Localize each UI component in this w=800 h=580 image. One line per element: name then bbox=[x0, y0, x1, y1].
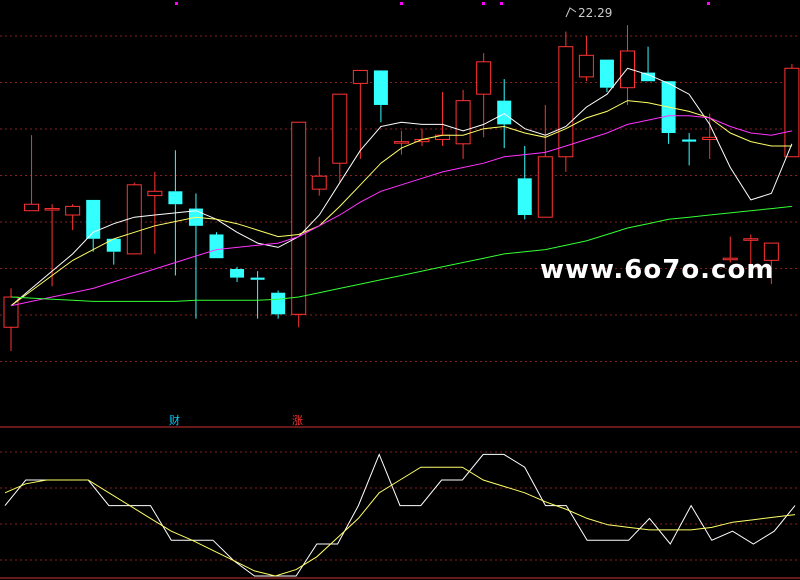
candle-down bbox=[230, 268, 245, 278]
peak-price-label: 22.29 bbox=[578, 6, 613, 20]
candle-up bbox=[743, 238, 759, 241]
indicator-panel bbox=[4, 453, 796, 577]
top-dot bbox=[400, 2, 403, 5]
candle-up bbox=[65, 205, 81, 216]
candle-up bbox=[24, 203, 40, 212]
candle-up bbox=[44, 208, 60, 211]
stock-chart bbox=[0, 2, 800, 579]
candle-down bbox=[209, 234, 224, 259]
candle-down bbox=[682, 139, 697, 142]
candle-up bbox=[537, 156, 553, 218]
top-dot bbox=[175, 2, 178, 5]
candle-up bbox=[147, 190, 163, 197]
candle-down bbox=[517, 178, 532, 216]
top-markers bbox=[175, 2, 710, 5]
candle-up bbox=[455, 100, 471, 145]
candle-up bbox=[126, 184, 142, 255]
candle-up bbox=[393, 141, 409, 144]
watermark: www.6o7o.com bbox=[540, 255, 775, 285]
peak-annotation bbox=[565, 7, 577, 18]
candle-down bbox=[599, 59, 614, 88]
marker-rise: 涨 bbox=[292, 414, 303, 427]
candle-up bbox=[476, 61, 492, 95]
candle-up bbox=[311, 175, 327, 190]
top-dot bbox=[500, 2, 503, 5]
candle-down bbox=[373, 70, 388, 105]
candle-down bbox=[168, 191, 183, 205]
grid-lines bbox=[0, 35, 800, 579]
candle-down bbox=[497, 100, 512, 125]
candle-up bbox=[578, 54, 594, 78]
candle-down bbox=[250, 277, 265, 280]
candle-up bbox=[784, 67, 800, 158]
candle-down bbox=[271, 292, 286, 315]
peak-arrow bbox=[565, 7, 577, 18]
top-dot bbox=[482, 2, 485, 5]
candle-up bbox=[332, 93, 348, 164]
candle-down bbox=[106, 238, 121, 252]
marker-finance: 财 bbox=[169, 414, 180, 427]
candle-up bbox=[291, 121, 307, 315]
top-dot bbox=[707, 2, 710, 5]
candle-up bbox=[558, 46, 574, 158]
candle-up bbox=[702, 136, 718, 140]
candle-up bbox=[352, 69, 368, 84]
indicator-line bbox=[4, 453, 796, 577]
candles bbox=[3, 25, 800, 351]
